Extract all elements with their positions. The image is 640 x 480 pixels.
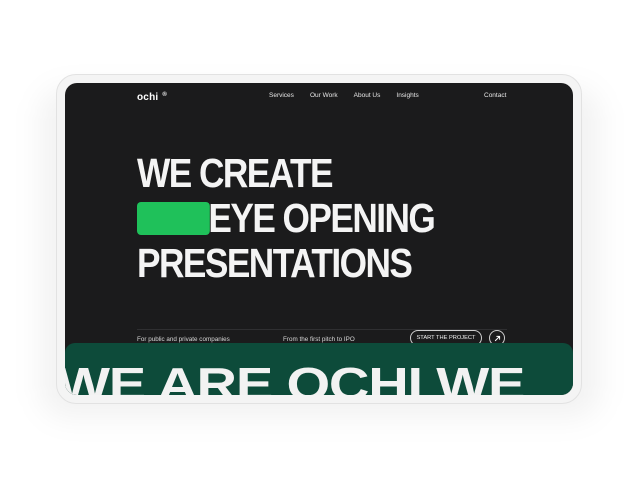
website-screen: ochi ® Services Our Work About Us Insigh…: [65, 83, 573, 395]
registered-mark: ®: [162, 92, 167, 98]
hero-line-2: EYE OPENING: [208, 195, 435, 241]
hero-line-3: PRESENTATIONS: [137, 240, 413, 286]
top-navigation: ochi ® Services Our Work About Us Insigh…: [65, 83, 573, 113]
nav-item-insights[interactable]: Insights: [396, 92, 418, 99]
nav-item-our-work[interactable]: Our Work: [310, 92, 338, 99]
info-middle-text: From the first pitch to IPO: [283, 336, 355, 343]
browser-mockup-frame: ochi ® Services Our Work About Us Insigh…: [56, 74, 582, 404]
hero-line-1: WE CREATE: [137, 150, 334, 196]
nav-item-about-us[interactable]: About Us: [354, 92, 381, 99]
marquee-text: WE ARE OCHI WE: [65, 358, 525, 395]
marquee-banner: WE ARE OCHI WE: [65, 343, 573, 395]
nav-links: Services Our Work About Us Insights: [269, 92, 419, 99]
hero-heading: WE CREATE EYE OPENING PRESENTATIONS: [137, 151, 483, 286]
hero-line-2-row: EYE OPENING: [137, 195, 436, 241]
logo-text: ochi: [137, 92, 159, 103]
arrow-up-right-icon: [494, 335, 501, 342]
green-accent-block: [137, 202, 210, 235]
nav-item-contact[interactable]: Contact: [484, 92, 506, 99]
info-left-text: For public and private companies: [137, 336, 230, 343]
nav-item-services[interactable]: Services: [269, 92, 294, 99]
ochi-logo[interactable]: ochi ®: [137, 92, 167, 103]
